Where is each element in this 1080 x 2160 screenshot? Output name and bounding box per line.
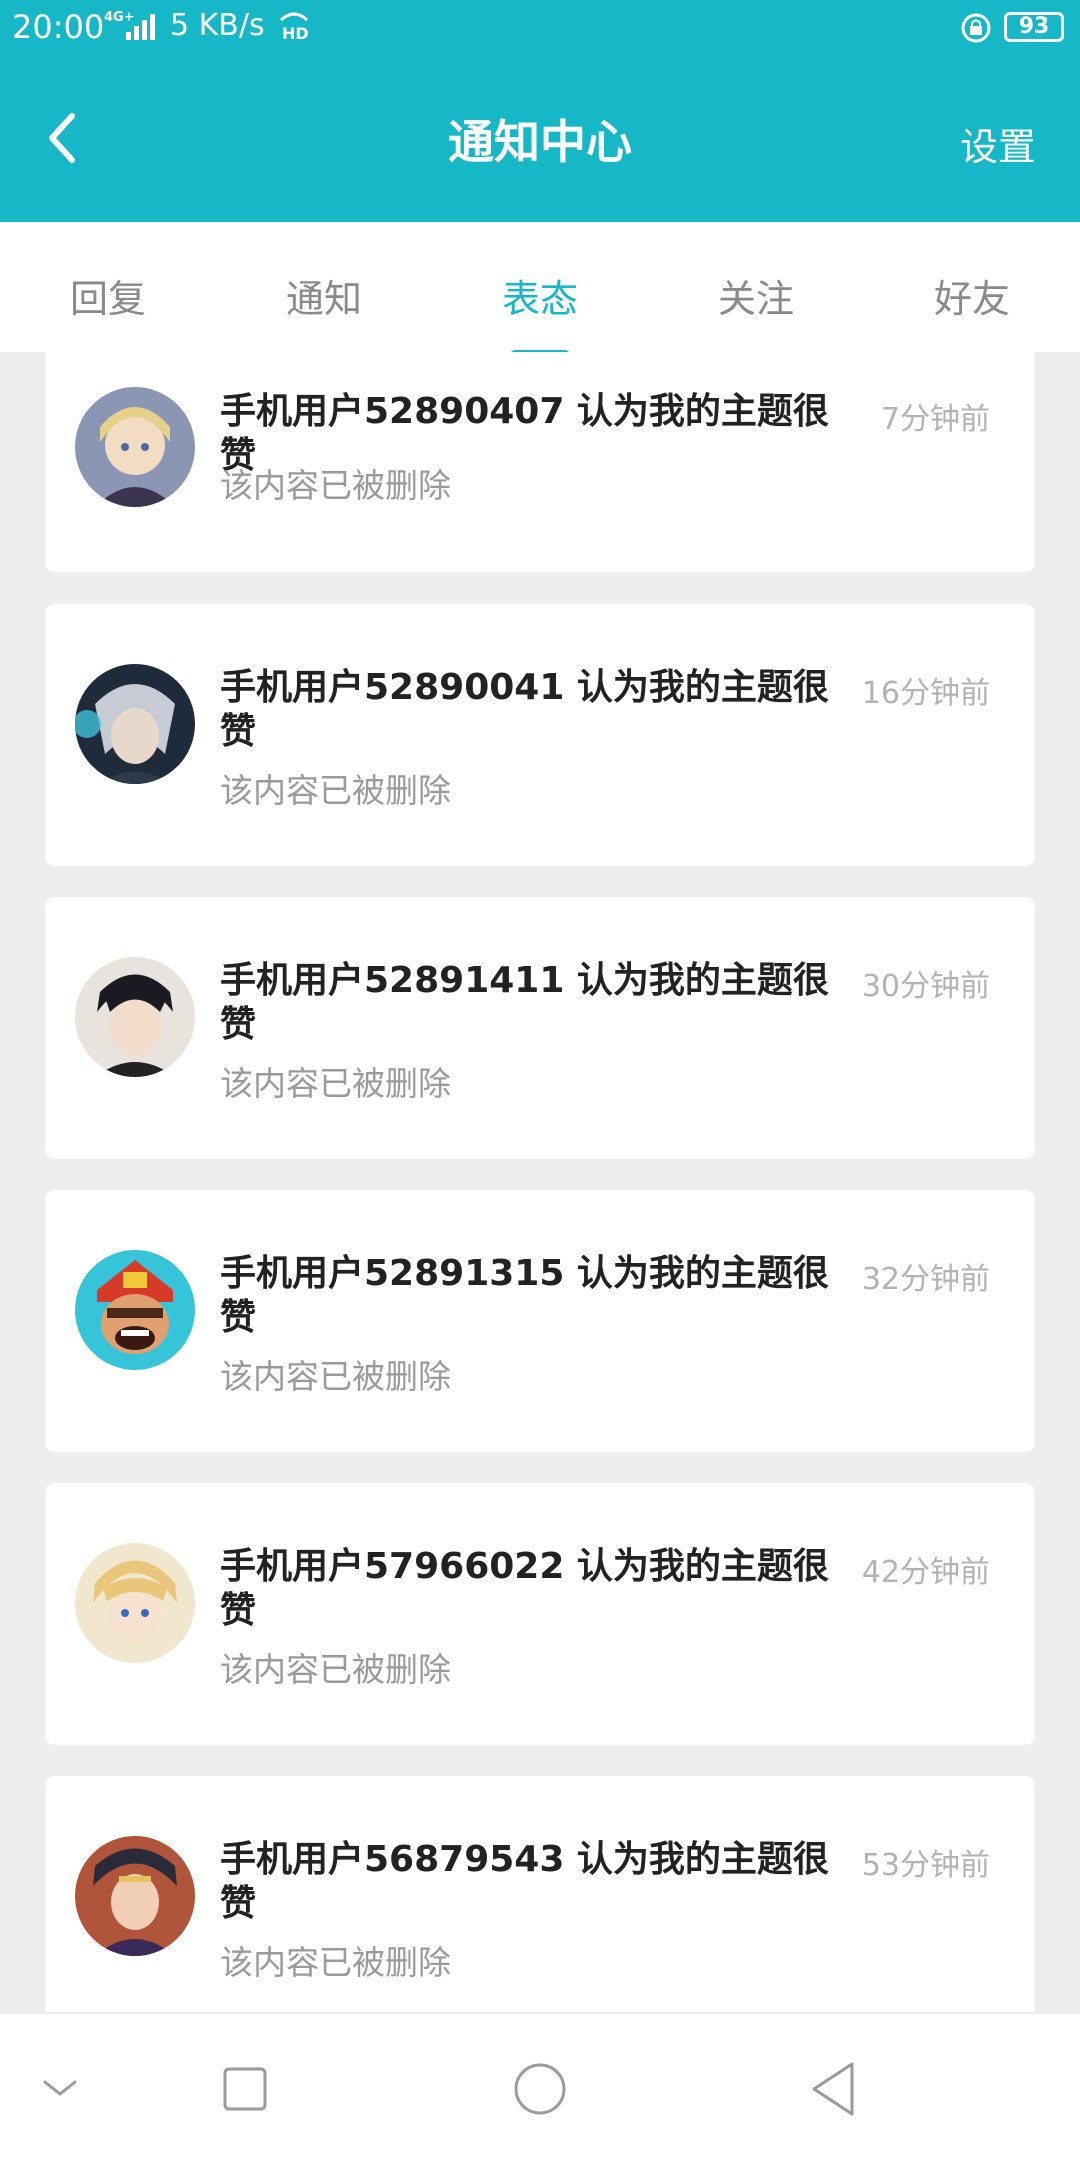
recent-apps-icon[interactable] [210,2054,280,2124]
notification-title: 手机用户52890041 认为我的主题很 赞 [220,666,840,754]
avatar[interactable] [75,1543,195,1663]
system-nav-bar [0,2014,1080,2160]
notification-title: 手机用户52891411 认为我的主题很 赞 [220,959,840,1047]
title-line-wrap: 赞 [220,1297,257,1338]
app-header: 20:00 4G+ 5 KB/s HD 93 通知中心 设置 [0,0,1080,222]
title-line-wrap: 赞 [220,1004,257,1045]
notification-title: 手机用户56879543 认为我的主题很 赞 [220,1838,840,1926]
svg-text:HD: HD [282,24,309,42]
notification-card[interactable]: 手机用户52891315 认为我的主题很 赞 该内容已被删除 32分钟前 [45,1190,1035,1452]
avatar[interactable] [75,387,195,507]
avatar[interactable] [75,664,195,784]
tab-label: 表态 [501,277,578,321]
avatar[interactable] [75,957,195,1077]
status-bar: 20:00 4G+ 5 KB/s HD 93 [0,0,1080,56]
app-root: 20:00 4G+ 5 KB/s HD 93 通知中心 设置 回复 通知 表态 … [0,0,1080,2160]
tab-notice[interactable]: 通知 [216,222,432,352]
tab-label: 通知 [285,277,362,321]
notification-card[interactable]: 手机用户52890041 认为我的主题很 赞 该内容已被删除 16分钟前 [45,604,1035,866]
tab-reactions[interactable]: 表态 [432,222,648,360]
title-line: 手机用户52891315 认为我的主题很 [220,1253,829,1294]
notification-card[interactable]: 手机用户56879543 认为我的主题很 赞 该内容已被删除 53分钟前 [45,1776,1035,2012]
title-line-wrap: 赞 [220,1883,257,1924]
tab-follow[interactable]: 关注 [648,222,864,352]
tab-label: 回复 [69,277,146,321]
notification-time: 53分钟前 [861,1848,990,1883]
title-line: 手机用户57966022 认为我的主题很 [220,1546,829,1587]
settings-button[interactable]: 设置 [960,116,1036,171]
chevron-down-icon[interactable] [25,2054,95,2124]
signal-icon [124,12,160,40]
notification-subtitle: 该内容已被删除 [220,771,451,810]
battery-indicator: 93 [1004,12,1064,42]
notification-title: 手机用户52891315 认为我的主题很 赞 [220,1252,840,1340]
avatar[interactable] [75,1836,195,1956]
notification-time: 7分钟前 [880,402,990,437]
title-line: 手机用户56879543 认为我的主题很 [220,1839,829,1880]
title-line: 手机用户52891411 认为我的主题很 [220,960,829,1001]
title-line: 手机用户52890041 认为我的主题很 [220,667,829,708]
tab-reply[interactable]: 回复 [0,222,216,352]
notification-time: 32分钟前 [861,1262,990,1297]
back-triangle-icon[interactable] [800,2054,870,2124]
notification-subtitle: 该内容已被删除 [220,1650,451,1689]
title-line-wrap: 赞 [220,711,257,752]
title-line-wrap: 赞 [220,1590,257,1631]
avatar[interactable] [75,1250,195,1370]
notification-card[interactable]: 手机用户52891411 认为我的主题很 赞 该内容已被删除 30分钟前 [45,897,1035,1159]
notification-subtitle: 该内容已被删除 [220,466,451,505]
notification-time: 42分钟前 [861,1555,990,1590]
tab-friends[interactable]: 好友 [864,222,1080,352]
status-time: 20:00 [12,8,105,46]
notification-card[interactable]: 手机用户57966022 认为我的主题很 赞 该内容已被删除 42分钟前 [45,1483,1035,1745]
notification-subtitle: 该内容已被删除 [220,1357,451,1396]
tab-bar: 回复 通知 表态 关注 好友 [0,222,1080,360]
notification-time: 16分钟前 [861,676,990,711]
tab-label: 好友 [933,277,1010,321]
notification-subtitle: 该内容已被删除 [220,1943,451,1982]
hd-call-icon: HD [277,8,311,43]
page-title: 通知中心 [448,115,632,169]
home-icon[interactable] [505,2054,575,2124]
notification-title: 手机用户57966022 认为我的主题很 赞 [220,1545,840,1633]
notification-list: 手机用户52890407 认为我的主题很赞 该内容已被删除 7分钟前 手机用户5… [0,352,1080,2012]
tab-label: 关注 [717,277,794,321]
rotation-lock-icon [960,12,992,44]
network-speed: 5 KB/s [170,8,265,43]
notification-subtitle: 该内容已被删除 [220,1064,451,1103]
notification-time: 30分钟前 [861,969,990,1004]
notification-card[interactable]: 手机用户52890407 认为我的主题很赞 该内容已被删除 7分钟前 [45,352,1035,572]
